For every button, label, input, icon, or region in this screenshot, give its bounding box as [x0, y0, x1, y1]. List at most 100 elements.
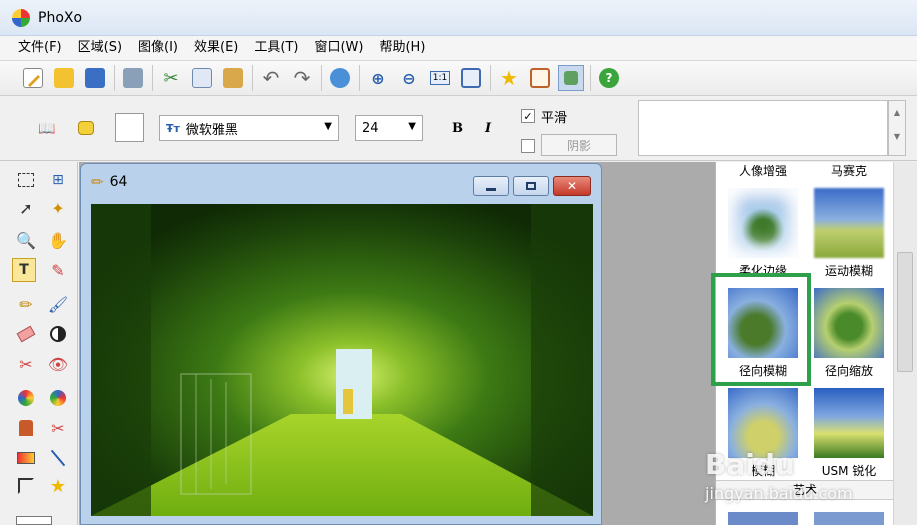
- stamp-tool[interactable]: [14, 416, 38, 440]
- text-input-area[interactable]: [638, 100, 888, 156]
- italic-button[interactable]: I: [485, 121, 491, 136]
- contrast-tool[interactable]: [46, 322, 70, 346]
- pencil-tool[interactable]: ✏: [14, 292, 38, 316]
- scissors-tool[interactable]: ✂: [46, 416, 70, 440]
- effect-label-motion-blur[interactable]: 运动模糊: [806, 262, 892, 279]
- save-button[interactable]: [82, 65, 108, 91]
- effect-thumb-motion-blur[interactable]: [814, 188, 884, 258]
- clone-tool[interactable]: ✂: [14, 352, 38, 376]
- undo-button[interactable]: ↶: [258, 65, 284, 91]
- actual-size-icon: 1:1: [429, 71, 451, 85]
- menu-effects[interactable]: 效果(E): [186, 37, 246, 59]
- effect-thumb-soft-edge[interactable]: [728, 188, 798, 258]
- lasso-tool[interactable]: ➚: [14, 196, 38, 220]
- line-tool[interactable]: [46, 446, 70, 470]
- eraser-icon: [16, 325, 36, 343]
- refresh-button[interactable]: [327, 65, 353, 91]
- font-family-select[interactable]: Ŧт 微软雅黑 ▼: [159, 115, 339, 141]
- cut-button[interactable]: ✂: [158, 65, 184, 91]
- layers-button[interactable]: [558, 65, 584, 91]
- pencil-icon: ✏: [19, 294, 33, 314]
- rect-select-tool[interactable]: [14, 168, 38, 192]
- crop-tool[interactable]: [14, 474, 38, 498]
- font-family-value: 微软雅黑: [185, 122, 238, 138]
- menu-region[interactable]: 区域(S): [70, 37, 130, 59]
- shadow-checkbox[interactable]: [521, 139, 535, 153]
- copy-button[interactable]: [189, 65, 215, 91]
- effect-label-mosaic: 马赛克: [830, 164, 867, 178]
- shadow-button[interactable]: 阴影: [541, 134, 617, 156]
- scissors-icon: ✂: [51, 418, 65, 438]
- zoom-tool[interactable]: 🔍: [14, 228, 38, 252]
- watermark-logo: Baidu: [705, 448, 795, 481]
- bold-button[interactable]: B: [452, 121, 463, 136]
- app-logo-icon: [12, 8, 30, 27]
- pencil-icon: ✏: [91, 173, 104, 191]
- smooth-label: 平滑: [541, 111, 568, 126]
- print-button[interactable]: [120, 65, 146, 91]
- chevron-down-icon: ▼: [324, 121, 332, 132]
- menu-file[interactable]: 文件(F): [10, 37, 70, 59]
- text-input-scrollbar[interactable]: ▲ ▼: [888, 100, 906, 156]
- zoom-in-button[interactable]: ⊕: [365, 65, 391, 91]
- app-title: PhoXo: [38, 9, 83, 26]
- color-swatch[interactable]: [16, 516, 52, 525]
- minimize-button[interactable]: [473, 176, 509, 196]
- fit-window-button[interactable]: [458, 65, 484, 91]
- paste-button[interactable]: [220, 65, 246, 91]
- menu-help[interactable]: 帮助(H): [371, 37, 433, 59]
- frame-button[interactable]: [527, 65, 553, 91]
- book-icon[interactable]: 📖: [38, 121, 55, 137]
- contrast-icon: [50, 326, 66, 342]
- eraser-tool[interactable]: [14, 322, 38, 346]
- eyedropper-icon: ✎: [51, 260, 65, 280]
- effect-thumb-art-1[interactable]: [728, 512, 798, 525]
- speech-bubble-icon[interactable]: [78, 121, 94, 135]
- main-toolbar: ✂ ↶ ↷ ⊕ ⊖ 1:1 ★ ?: [0, 60, 917, 96]
- brush-icon: 🖌: [47, 294, 69, 314]
- favorite-button[interactable]: ★: [496, 65, 522, 91]
- menu-tools[interactable]: 工具(T): [246, 37, 306, 59]
- effects-scrollbar[interactable]: [893, 162, 917, 525]
- move-tool[interactable]: ⊞: [46, 168, 70, 192]
- font-size-value: 24: [362, 120, 379, 136]
- shape-tool[interactable]: ★: [46, 474, 70, 498]
- redo-button[interactable]: ↷: [289, 65, 315, 91]
- menu-window[interactable]: 窗口(W): [306, 37, 371, 59]
- new-button[interactable]: [20, 65, 46, 91]
- hand-tool[interactable]: ✋: [46, 228, 70, 252]
- help-button[interactable]: ?: [596, 65, 622, 91]
- effect-label-usm-sharpen[interactable]: USM 锐化: [806, 462, 892, 479]
- text-color-swatch[interactable]: [115, 113, 144, 142]
- canvas-image[interactable]: [91, 204, 593, 516]
- effect-label-portrait: 人像增强: [738, 164, 787, 178]
- close-button[interactable]: ✕: [553, 176, 591, 196]
- gradient-tool[interactable]: [14, 446, 38, 470]
- fill-tool[interactable]: [14, 386, 38, 410]
- fit-window-icon: [461, 68, 481, 88]
- color-replace-tool[interactable]: [46, 386, 70, 410]
- document-title: 64: [109, 174, 128, 190]
- effect-thumb-usm-sharpen[interactable]: [814, 388, 884, 458]
- effect-thumb-radial-zoom[interactable]: [814, 288, 884, 358]
- text-tool[interactable]: T: [12, 258, 36, 282]
- font-size-select[interactable]: 24 ▼: [355, 115, 423, 141]
- actual-size-button[interactable]: 1:1: [427, 65, 453, 91]
- menu-image[interactable]: 图像(I): [130, 37, 186, 59]
- scrollbar-thumb[interactable]: [897, 252, 913, 372]
- magic-wand-tool[interactable]: ✦: [46, 196, 70, 220]
- eyedropper-tool[interactable]: ✎: [46, 258, 70, 282]
- shadow-label: 阴影: [566, 138, 591, 153]
- brush-tool[interactable]: 🖌: [46, 292, 70, 316]
- effect-thumb-art-2[interactable]: [814, 512, 884, 525]
- maximize-button[interactable]: [513, 176, 549, 196]
- magic-wand-icon: ✦: [51, 198, 65, 218]
- open-button[interactable]: [51, 65, 77, 91]
- text-property-bar: 📖 Ŧт 微软雅黑 ▼ 24 ▼ B I ✓ 平滑 阴影 ▲ ▼: [0, 97, 917, 161]
- stamp-icon: [19, 420, 33, 436]
- zoom-out-button[interactable]: ⊖: [396, 65, 422, 91]
- smooth-checkbox[interactable]: ✓: [521, 109, 535, 123]
- text-tool-icon: T: [19, 262, 29, 278]
- effect-label-radial-zoom[interactable]: 径向缩放: [806, 362, 892, 379]
- red-eye-tool[interactable]: 👁: [46, 352, 70, 376]
